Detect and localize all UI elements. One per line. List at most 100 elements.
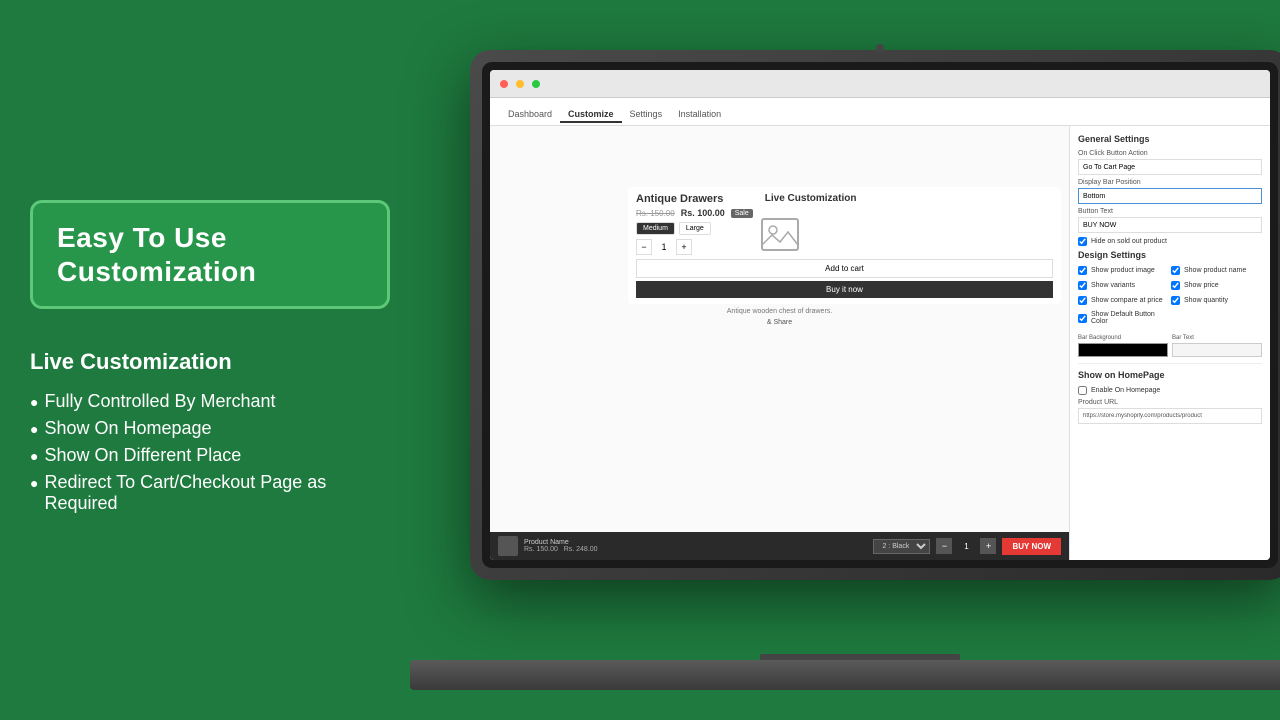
original-price: Rs. 150.00 [636,209,675,218]
design-checkboxes-grid: Show product image Show product name Sho… [1078,266,1262,329]
laptop-camera [876,44,884,52]
hero-badge: Easy To Use Customization [30,200,390,309]
show-price-row: Show price [1171,281,1262,290]
show-quantity-checkbox[interactable] [1171,296,1180,305]
enable-homepage-row: Enable On Homepage [1078,386,1262,395]
general-settings-title: General Settings [1078,134,1262,144]
show-quantity-label: Show quantity [1184,297,1228,304]
color-row: Bar Background Bar Text [1078,335,1262,357]
hide-sold-out-row: Hide on sold out product [1078,237,1262,246]
sticky-qty-plus[interactable]: + [980,538,996,554]
display-bar-input[interactable] [1078,188,1262,204]
show-default-button-color-checkbox[interactable] [1078,314,1087,323]
bar-text-label: Bar Text [1172,335,1262,341]
qty-minus[interactable]: − [636,239,652,255]
enable-homepage-label: Enable On Homepage [1091,387,1160,394]
browser-dot-red [500,80,508,88]
browser-dot-yellow [516,80,524,88]
button-text-input[interactable] [1078,217,1262,233]
hide-sold-out-checkbox[interactable] [1078,237,1087,246]
product-url-input[interactable] [1078,408,1262,424]
design-settings-title: Design Settings [1078,250,1262,260]
laptop-bezel: Dashboard Customize Settings Installatio… [482,62,1278,568]
show-product-image-checkbox[interactable] [1078,266,1087,275]
sticky-qty-value: 1 [958,542,974,551]
product-description: Antique wooden chest of drawers. [498,308,1061,315]
show-default-button-color-label: Show Default Button Color [1091,311,1169,325]
on-click-input[interactable] [1078,159,1262,175]
enable-homepage-checkbox[interactable] [1078,386,1087,395]
size-btn-medium[interactable]: Medium [636,222,675,235]
show-price-label: Show price [1184,282,1219,289]
size-btn-large[interactable]: Large [679,222,711,235]
bar-text-swatch[interactable] [1172,343,1262,357]
add-to-cart-button[interactable]: Add to cart [636,259,1053,278]
show-variants-row: Show variants [1078,281,1169,290]
show-compare-price-checkbox[interactable] [1078,296,1087,305]
sticky-prices: Rs. 150.00 Rs. 248.00 [524,546,867,553]
bullet-item-2: Show On Homepage [30,418,390,439]
section-title: Live Customization [30,349,390,375]
sticky-bar: Product Name Rs. 150.00 Rs. 248.00 2 : B… [490,532,1069,560]
homepage-section: Show on HomePage Enable On Homepage Prod… [1078,363,1262,424]
sale-price: Rs. 100.00 [681,208,725,218]
qty-value: 1 [656,242,672,252]
bar-background-swatch[interactable] [1078,343,1168,357]
sticky-original-price: Rs. 150.00 [524,546,558,553]
show-variants-label: Show variants [1091,282,1135,289]
homepage-title: Show on HomePage [1078,370,1262,380]
product-area: Live Customization Antique Drawers [490,126,1070,560]
browser-bar [490,70,1270,98]
sale-badge: Sale [731,209,753,218]
left-panel: Easy To Use Customization Live Customiza… [0,0,420,720]
tab-customize[interactable]: Customize [560,107,622,123]
show-product-image-row: Show product image [1078,266,1169,275]
qty-row: − 1 + [636,239,1053,255]
show-price-checkbox[interactable] [1171,281,1180,290]
show-compare-price-label: Show compare at price [1091,297,1163,304]
tab-settings[interactable]: Settings [622,107,671,123]
bullet-item-4: Redirect To Cart/Checkout Page as Requir… [30,472,390,514]
show-product-name-row: Show product name [1171,266,1262,275]
bullet-item-1: Fully Controlled By Merchant [30,391,390,412]
show-variants-checkbox[interactable] [1078,281,1087,290]
on-click-label: On Click Button Action [1078,150,1262,157]
show-compare-price-row: Show compare at price [1078,296,1169,305]
bar-text-box: Bar Text [1172,335,1262,357]
size-buttons: Medium Large [636,222,1053,235]
tab-installation[interactable]: Installation [670,107,729,123]
sticky-product-info: Product Name Rs. 150.00 Rs. 248.00 [524,539,867,553]
bar-background-label: Bar Background [1078,335,1168,341]
sticky-product-thumb [498,536,518,556]
sticky-product-name: Product Name [524,539,867,546]
product-price-row: Rs. 150.00 Rs. 100.00 Sale [636,208,1053,218]
buy-now-button[interactable]: Buy it now [636,281,1053,298]
hero-badge-text: Easy To Use Customization [57,221,363,288]
main-area: Live Customization Antique Drawers [490,126,1270,560]
settings-panel: General Settings On Click Button Action … [1070,126,1270,560]
screen-content: Dashboard Customize Settings Installatio… [490,70,1270,560]
sticky-qty-minus[interactable]: − [936,538,952,554]
laptop-base [410,660,1280,690]
sticky-sale-price: Rs. 248.00 [564,546,598,553]
bullet-list: Fully Controlled By Merchant Show On Hom… [30,391,390,520]
laptop-container: Dashboard Customize Settings Installatio… [410,50,1280,700]
sticky-buy-button[interactable]: BUY NOW [1002,538,1061,555]
sticky-bar-selector[interactable]: 2 : Black [873,539,930,554]
show-product-name-checkbox[interactable] [1171,266,1180,275]
laptop-screen-outer: Dashboard Customize Settings Installatio… [470,50,1280,580]
show-product-image-label: Show product image [1091,267,1155,274]
tab-dashboard[interactable]: Dashboard [500,107,560,123]
live-label: Live Customization [759,191,863,206]
button-text-label: Button Text [1078,208,1262,215]
share-row: & Share [498,319,1061,326]
product-url-label: Product URL [1078,399,1262,406]
hide-sold-out-label: Hide on sold out product [1091,238,1167,245]
show-default-button-color-row: Show Default Button Color [1078,311,1169,325]
bar-background-box: Bar Background [1078,335,1168,357]
browser-dot-green [532,80,540,88]
nav-tabs: Dashboard Customize Settings Installatio… [490,98,1270,126]
bullet-item-3: Show On Different Place [30,445,390,466]
display-bar-label: Display Bar Position [1078,179,1262,186]
qty-plus[interactable]: + [676,239,692,255]
